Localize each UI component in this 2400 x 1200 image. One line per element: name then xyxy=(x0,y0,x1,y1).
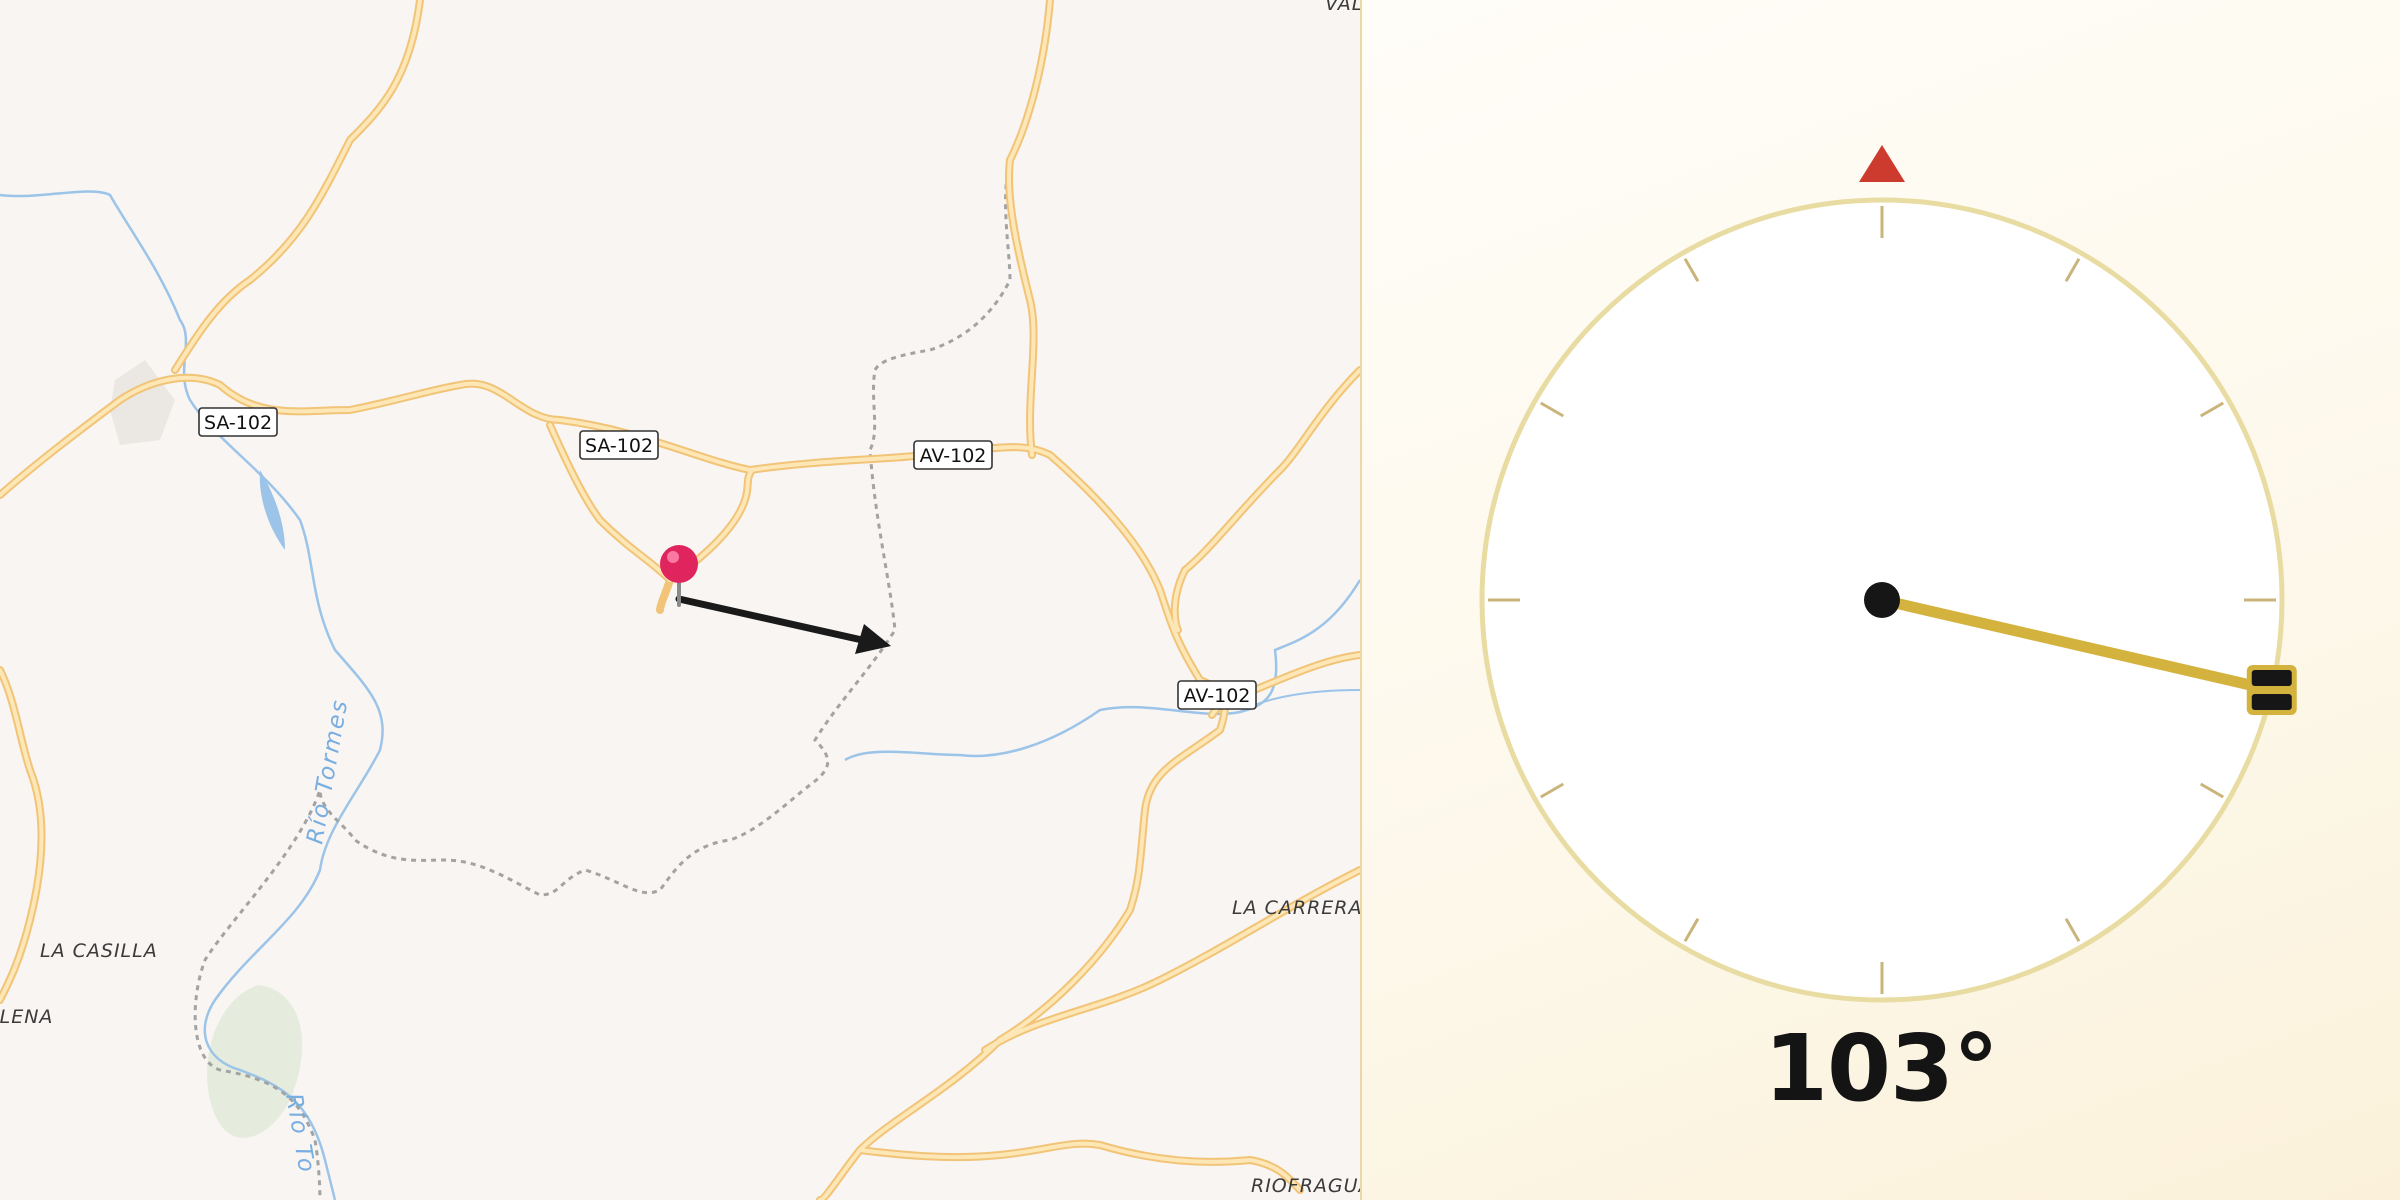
compass-panel: 103° xyxy=(1362,0,2400,1200)
map-panel[interactable]: SA-102 SA-102 AV-102 AV-102 LA CASILLA D… xyxy=(0,0,1360,1200)
river-label-rio-tormes-lower: Río To xyxy=(280,1092,320,1176)
river-label-rio-tormes: Río Tormes xyxy=(302,697,353,846)
direction-arrow-icon xyxy=(675,595,891,654)
needle-pivot xyxy=(1864,582,1900,618)
road-shield-label: AV-102 xyxy=(1184,685,1251,707)
boundary-line xyxy=(193,0,1052,1200)
road-shield-sa102-center: SA-102 xyxy=(579,430,659,460)
map-canvas[interactable]: SA-102 SA-102 AV-102 AV-102 LA CASILLA D… xyxy=(0,0,1360,1200)
road-shield-sa102-west: SA-102 xyxy=(198,407,278,437)
place-label-dalena: DALENA xyxy=(0,1006,53,1028)
place-label-riofragua: RIOFRAGUA xyxy=(1251,1175,1360,1197)
road-shield-av102-north: AV-102 xyxy=(913,440,993,470)
place-label-val: VAL xyxy=(1325,0,1360,15)
river-network xyxy=(0,190,1360,1200)
place-label-la-carrera: LA CARRERA xyxy=(1232,897,1360,919)
road-shield-label: AV-102 xyxy=(920,445,987,467)
place-label-la-casilla: LA CASILLA xyxy=(40,940,158,962)
road-shield-label: SA-102 xyxy=(585,435,653,457)
needle-handle-icon[interactable] xyxy=(2246,664,2297,715)
road-shield-av102-east: AV-102 xyxy=(1177,680,1257,710)
river-lake xyxy=(259,470,285,550)
road-shield-label: SA-102 xyxy=(204,412,272,434)
heading-readout: 103° xyxy=(1763,1015,1999,1122)
north-marker-icon xyxy=(1859,145,1905,182)
